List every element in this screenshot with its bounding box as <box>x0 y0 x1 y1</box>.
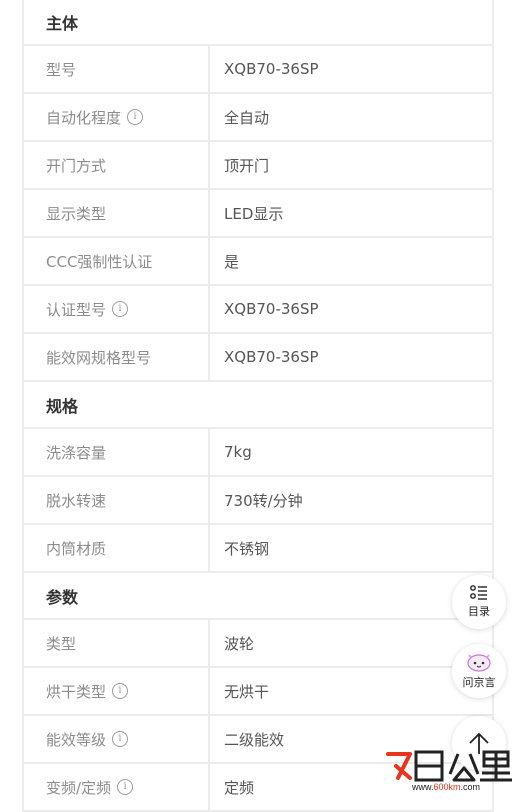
spec-row: 显示类型 LED显示 <box>24 190 492 238</box>
info-icon[interactable]: i <box>117 779 134 795</box>
spec-label: 能效网规格型号 <box>24 334 210 380</box>
spec-value: XQB70-36SP <box>224 348 319 366</box>
spec-row: 能效网规格型号 XQB70-36SP <box>24 334 492 382</box>
spec-label-text: 自动化程度 <box>46 108 122 127</box>
ask-assistant-button[interactable]: 问京言 <box>452 644 506 698</box>
arrow-up-icon <box>469 732 489 754</box>
spec-label-text: 显示类型 <box>46 204 107 223</box>
spec-label-text: 洗涤容量 <box>46 443 107 462</box>
spec-label-text: 型号 <box>46 60 77 79</box>
assistant-mascot-icon <box>467 654 491 672</box>
spec-label: 型号 <box>24 46 210 92</box>
spec-label: 显示类型 <box>24 190 210 236</box>
info-icon[interactable]: i <box>112 301 129 317</box>
spec-value: XQB70-36SP <box>224 300 319 318</box>
spec-row: 自动化程度 i 全自动 <box>24 94 492 142</box>
spec-label: 脱水转速 <box>24 477 210 523</box>
section-header-params: 参数 <box>24 573 492 620</box>
spec-row: 型号 XQB70-36SP <box>24 46 492 94</box>
spec-label: 能效等级 i <box>24 716 210 762</box>
spec-label-text: 认证型号 <box>46 300 107 319</box>
info-icon[interactable]: i <box>112 731 129 747</box>
ask-assistant-label: 问京言 <box>462 676 496 689</box>
spec-label-text: CCC强制性认证 <box>46 252 153 271</box>
spec-label: 洗涤容量 <box>24 429 210 475</box>
section-header-main: 主体 <box>24 0 492 46</box>
info-icon[interactable]: i <box>112 683 129 699</box>
spec-label-text: 能效等级 <box>46 730 107 749</box>
spec-label-text: 开门方式 <box>46 156 107 175</box>
toc-button[interactable]: 目录 <box>452 575 506 629</box>
spec-label: 认证型号 i <box>24 286 210 332</box>
spec-row: 脱水转速 730转/分钟 <box>24 477 492 525</box>
spec-value: 波轮 <box>224 634 255 653</box>
spec-label-text: 变频/定频 <box>46 778 112 797</box>
spec-row: 认证型号 i XQB70-36SP <box>24 286 492 334</box>
spec-value: 顶开门 <box>224 156 270 175</box>
spec-row: 烘干类型 i 无烘干 <box>24 668 492 716</box>
spec-row: 洗涤容量 7kg <box>24 429 492 477</box>
spec-label-text: 脱水转速 <box>46 491 107 510</box>
spec-label-text: 内筒材质 <box>46 539 107 558</box>
section-header-specs: 规格 <box>24 382 492 429</box>
spec-value: 不锈钢 <box>224 539 270 558</box>
spec-label: CCC强制性认证 <box>24 238 210 284</box>
list-icon <box>470 585 487 600</box>
toc-label: 目录 <box>468 605 490 618</box>
spec-value: 定频 <box>224 778 255 797</box>
spec-row: 能效等级 i 二级能效 <box>24 716 492 764</box>
spec-value: 全自动 <box>224 108 270 127</box>
spec-row: 变频/定频 i 定频 <box>24 764 492 812</box>
spec-value: LED显示 <box>224 204 284 223</box>
spec-value: 无烘干 <box>224 682 270 701</box>
spec-label: 内筒材质 <box>24 525 210 571</box>
spec-value: 二级能效 <box>224 730 285 749</box>
spec-row: 开门方式 顶开门 <box>24 142 492 190</box>
spec-label-text: 类型 <box>46 634 77 653</box>
spec-label: 自动化程度 i <box>24 94 210 140</box>
spec-label: 开门方式 <box>24 142 210 188</box>
back-to-top-button[interactable] <box>452 716 506 770</box>
spec-row: CCC强制性认证 是 <box>24 238 492 286</box>
spec-label: 类型 <box>24 620 210 666</box>
spec-label: 烘干类型 i <box>24 668 210 714</box>
spec-value: 730转/分钟 <box>224 491 303 510</box>
info-icon[interactable]: i <box>127 109 144 125</box>
spec-label: 变频/定频 i <box>24 764 210 810</box>
spec-row: 内筒材质 不锈钢 <box>24 525 492 573</box>
spec-label-text: 烘干类型 <box>46 682 107 701</box>
spec-table: 主体 型号 XQB70-36SP 自动化程度 i 全自动 开门方式 顶开门 显示类… <box>22 0 494 812</box>
spec-value: 是 <box>224 252 240 271</box>
spec-value: XQB70-36SP <box>224 60 319 78</box>
spec-label-text: 能效网规格型号 <box>46 348 152 367</box>
spec-value: 7kg <box>224 443 252 461</box>
spec-row: 类型 波轮 <box>24 620 492 668</box>
